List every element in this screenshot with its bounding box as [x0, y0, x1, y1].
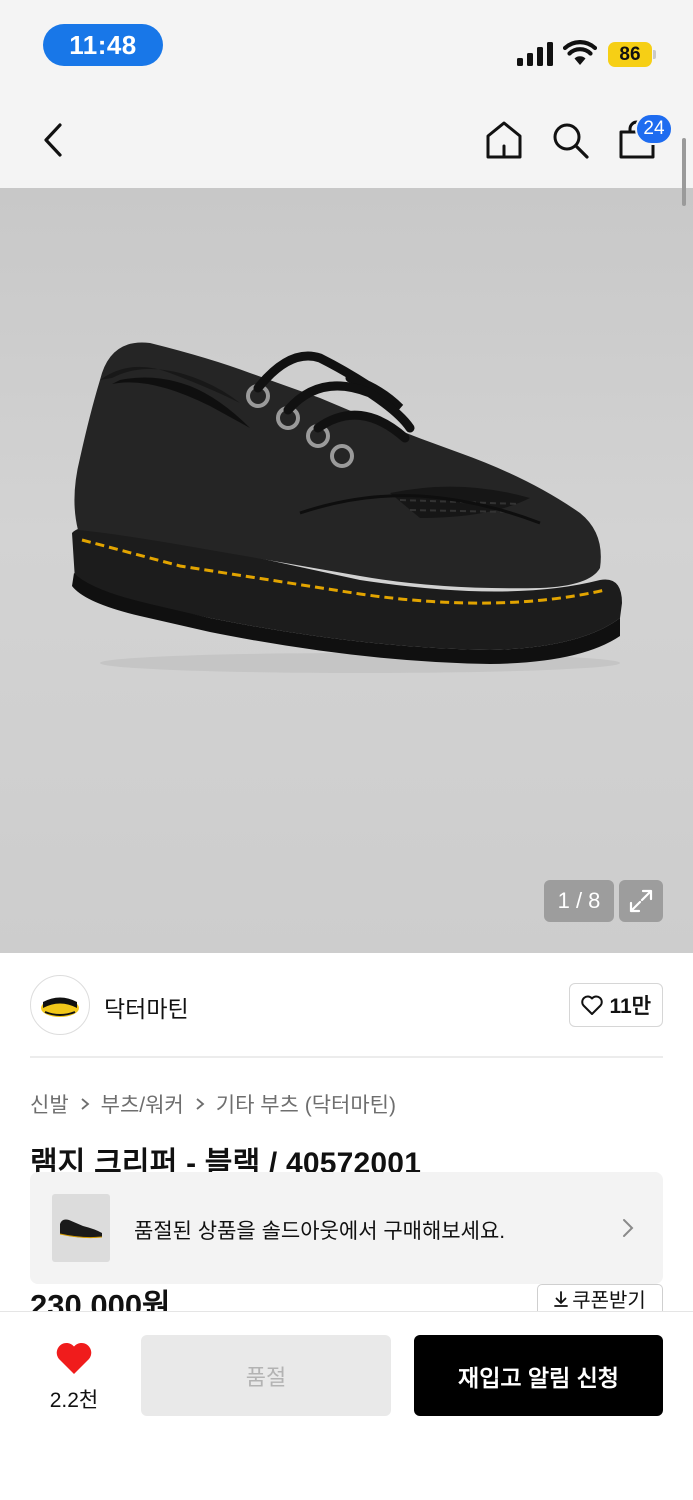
bottom-action-bar: 2.2천 품절 재입고 알림 신청	[0, 1311, 693, 1500]
heart-filled-icon	[56, 1342, 92, 1374]
brand-name[interactable]: 닥터마틴	[104, 990, 189, 1024]
coupon-label: 쿠폰받기	[572, 1290, 646, 1312]
heart-outline-icon	[581, 995, 604, 1015]
soldout-button: 품절	[141, 1335, 391, 1416]
coupon-button[interactable]: 쿠폰받기	[537, 1284, 663, 1312]
brand-like-count: 11만	[609, 995, 651, 1018]
shoe-thumbnail-icon	[59, 1219, 103, 1239]
back-arrow-icon[interactable]	[36, 120, 70, 160]
wishlist-button[interactable]: 2.2천	[34, 1340, 114, 1412]
expand-image-button[interactable]	[619, 880, 663, 922]
brand-like-button[interactable]: 11만	[569, 983, 663, 1027]
image-counter: 1 / 8	[544, 880, 614, 922]
status-bar: 11:48 86	[0, 0, 693, 92]
wifi-icon	[563, 40, 597, 65]
product-image-gallery[interactable]: 1 / 8	[0, 188, 693, 953]
brand-logo[interactable]	[30, 975, 90, 1035]
wishlist-count: 2.2천	[49, 1389, 99, 1412]
breadcrumb-item-current[interactable]: 기타 부츠 (닥터마틴)	[216, 1089, 396, 1119]
download-arrow-icon	[554, 1290, 569, 1307]
breadcrumb-item-subcategory[interactable]: 부츠/워커	[101, 1089, 184, 1119]
breadcrumb: 신발 부츠/워커 기타 부츠 (닥터마틴)	[30, 1089, 396, 1119]
banner-text: 품절된 상품을 솔드아웃에서 구매해보세요.	[134, 1220, 506, 1243]
expand-icon	[629, 889, 653, 913]
banner-product-thumbnail	[52, 1194, 110, 1262]
status-time: 11:48	[43, 24, 163, 66]
restock-alert-button[interactable]: 재입고 알림 신청	[414, 1335, 663, 1416]
scrollbar-thumb[interactable]	[682, 138, 686, 206]
product-shoe-image	[72, 342, 622, 673]
soldout-marketplace-banner[interactable]: 품절된 상품을 솔드아웃에서 구매해보세요.	[30, 1172, 663, 1284]
dr-martens-logo-icon	[41, 997, 79, 1017]
battery-level: 86	[608, 42, 652, 67]
top-navigation	[0, 92, 693, 188]
divider	[30, 1056, 663, 1058]
search-icon[interactable]	[550, 119, 590, 161]
home-icon[interactable]	[484, 119, 524, 161]
chevron-right-icon	[196, 1098, 205, 1110]
battery-nub	[653, 50, 656, 59]
brand-row[interactable]: 닥터마틴 11만	[30, 975, 663, 1035]
cellular-signal-icon	[517, 42, 553, 66]
breadcrumb-item-category[interactable]: 신발	[30, 1089, 69, 1119]
battery-indicator: 86	[608, 42, 656, 67]
chevron-right-icon	[623, 1219, 634, 1237]
cart-count-badge: 24	[635, 113, 673, 145]
chevron-right-icon	[81, 1098, 90, 1110]
